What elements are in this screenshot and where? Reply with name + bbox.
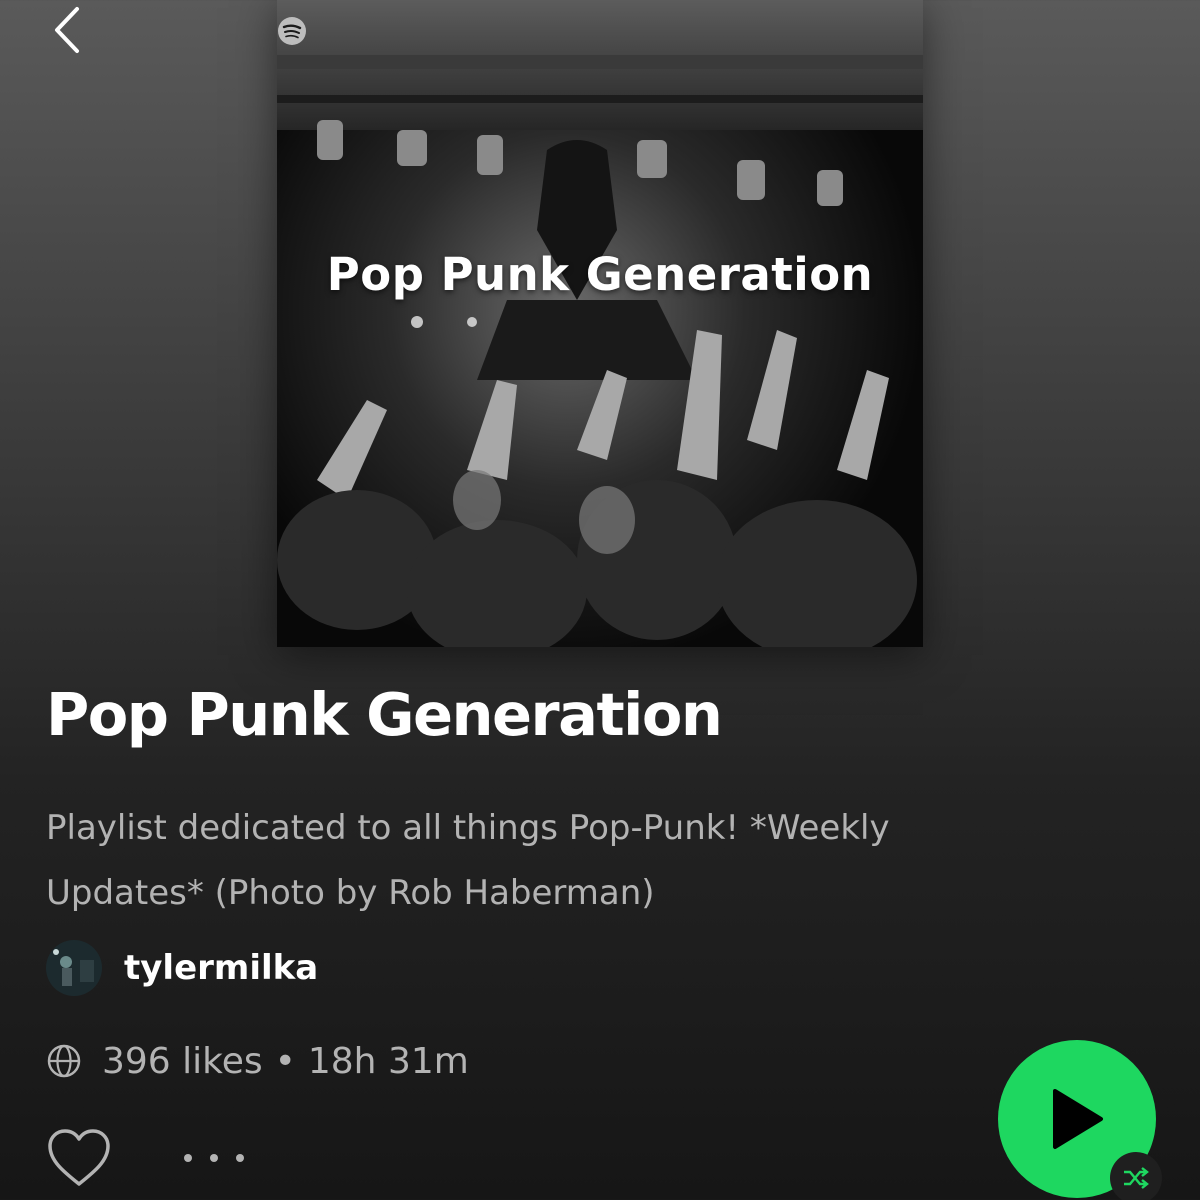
playlist-meta: 396 likes • 18h 31m bbox=[46, 1036, 469, 1086]
shuffle-icon bbox=[1124, 1167, 1149, 1189]
more-options-icon bbox=[184, 1154, 192, 1162]
cover-photo bbox=[277, 0, 923, 647]
likes-count: 396 likes bbox=[102, 1040, 263, 1082]
avatar bbox=[46, 940, 102, 996]
spotify-logo-icon bbox=[278, 17, 306, 45]
back-button[interactable] bbox=[40, 4, 92, 56]
like-button[interactable] bbox=[44, 1126, 114, 1190]
playlist-title: Pop Punk Generation bbox=[46, 680, 723, 749]
play-icon bbox=[1053, 1089, 1103, 1149]
playlist-description: Playlist dedicated to all things Pop-Pun… bbox=[46, 808, 890, 913]
playlist-cover: Pop Punk Generation bbox=[277, 0, 923, 647]
chevron-left-icon bbox=[55, 7, 79, 53]
playlist-duration: 18h 31m bbox=[307, 1040, 469, 1082]
shuffle-button[interactable] bbox=[1110, 1152, 1162, 1200]
cover-title-text: Pop Punk Generation bbox=[326, 248, 874, 301]
globe-icon bbox=[47, 1044, 81, 1078]
heart-outline-icon bbox=[48, 1129, 110, 1186]
owner-link[interactable]: tylermilka bbox=[46, 940, 318, 996]
meta-separator: • bbox=[274, 1040, 296, 1082]
owner-name: tylermilka bbox=[124, 948, 319, 988]
more-options-button[interactable] bbox=[184, 1140, 244, 1176]
